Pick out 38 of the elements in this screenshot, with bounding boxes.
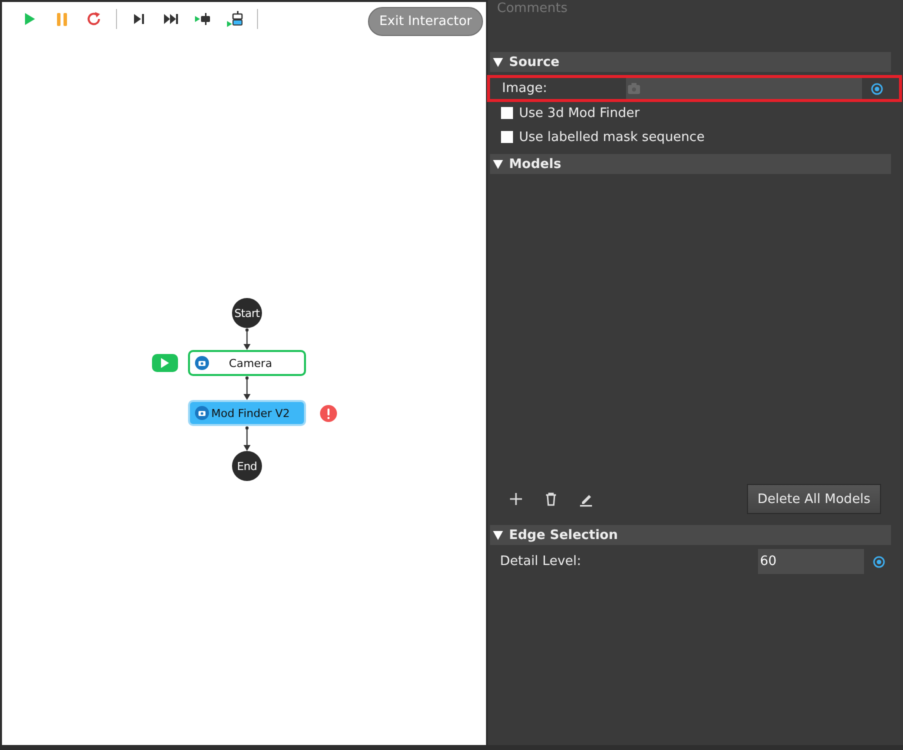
section-title: Edge Selection bbox=[509, 528, 618, 542]
section-header[interactable]: Edge Selection bbox=[490, 525, 891, 545]
flow-step-node[interactable]: Camera bbox=[188, 350, 306, 376]
run-to-node-icon[interactable] bbox=[195, 11, 211, 27]
camera-icon bbox=[195, 356, 209, 370]
checkbox-label[interactable]: Use 3d Mod Finder bbox=[519, 106, 640, 120]
image-input-field[interactable] bbox=[626, 76, 862, 101]
connector-arrow bbox=[243, 376, 251, 400]
camera-icon bbox=[195, 406, 209, 420]
checkbox[interactable] bbox=[501, 131, 513, 143]
camera-icon bbox=[628, 83, 640, 94]
run-block-icon[interactable] bbox=[227, 11, 243, 27]
target-icon[interactable] bbox=[871, 82, 883, 94]
checkbox[interactable] bbox=[501, 107, 513, 119]
comments-label: Comments bbox=[497, 1, 568, 16]
connector-arrow bbox=[243, 328, 251, 350]
collapse-triangle-icon[interactable] bbox=[493, 160, 503, 168]
property-label: Image: bbox=[502, 81, 548, 96]
number-input-field[interactable]: 60 bbox=[758, 549, 864, 574]
add-icon[interactable] bbox=[508, 491, 524, 507]
step-icon[interactable] bbox=[131, 11, 147, 27]
delete-all-models-button[interactable]: Delete All Models bbox=[747, 484, 881, 514]
flow-step-node[interactable]: Mod Finder V2 bbox=[188, 400, 306, 426]
section-header[interactable]: Models bbox=[490, 154, 891, 174]
terminal-node: End bbox=[232, 451, 262, 481]
property-label: Detail Level: bbox=[500, 554, 582, 569]
connector-arrow bbox=[243, 426, 251, 451]
trash-icon[interactable] bbox=[543, 491, 559, 507]
section-title: Models bbox=[509, 156, 562, 172]
section-title: Source bbox=[509, 54, 560, 70]
collapse-triangle-icon[interactable] bbox=[493, 530, 503, 540]
refresh-icon[interactable] bbox=[86, 11, 102, 27]
terminal-node: Start bbox=[232, 298, 262, 328]
checkbox-label[interactable]: Use labelled mask sequence bbox=[519, 130, 705, 144]
fast-forward-icon[interactable] bbox=[163, 11, 179, 27]
target-icon[interactable] bbox=[873, 556, 885, 568]
section-header[interactable]: Source bbox=[490, 52, 891, 72]
collapse-triangle-icon[interactable] bbox=[493, 58, 503, 66]
